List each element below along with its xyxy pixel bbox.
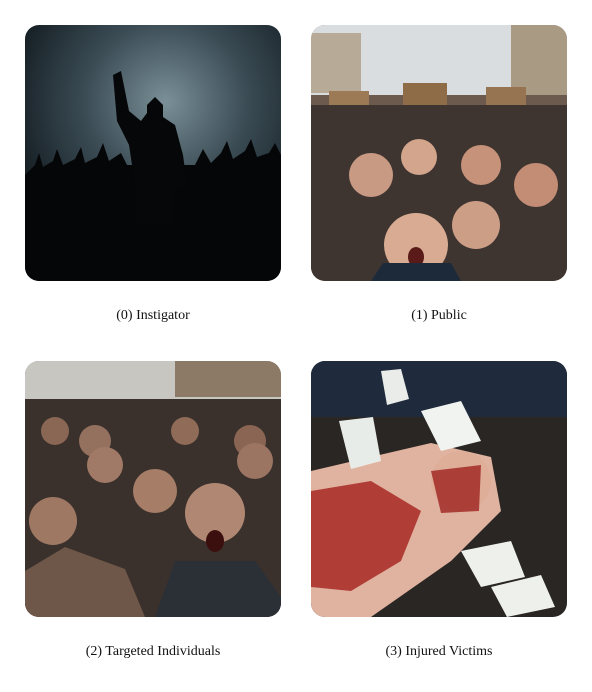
instigator-image — [25, 25, 281, 281]
injured-victims-image — [311, 361, 567, 617]
caption-public: (1) Public — [411, 308, 467, 323]
caption-injured-victims: (3) Injured Victims — [385, 644, 493, 659]
targeted-individuals-image — [25, 361, 281, 617]
image-grid: (0) Instigator (1) Public (2) Targeted I… — [0, 0, 592, 692]
caption-targeted-individuals: (2) Targeted Individuals — [85, 644, 221, 659]
public-image — [311, 25, 567, 281]
caption-instigator: (0) Instigator — [116, 308, 190, 323]
